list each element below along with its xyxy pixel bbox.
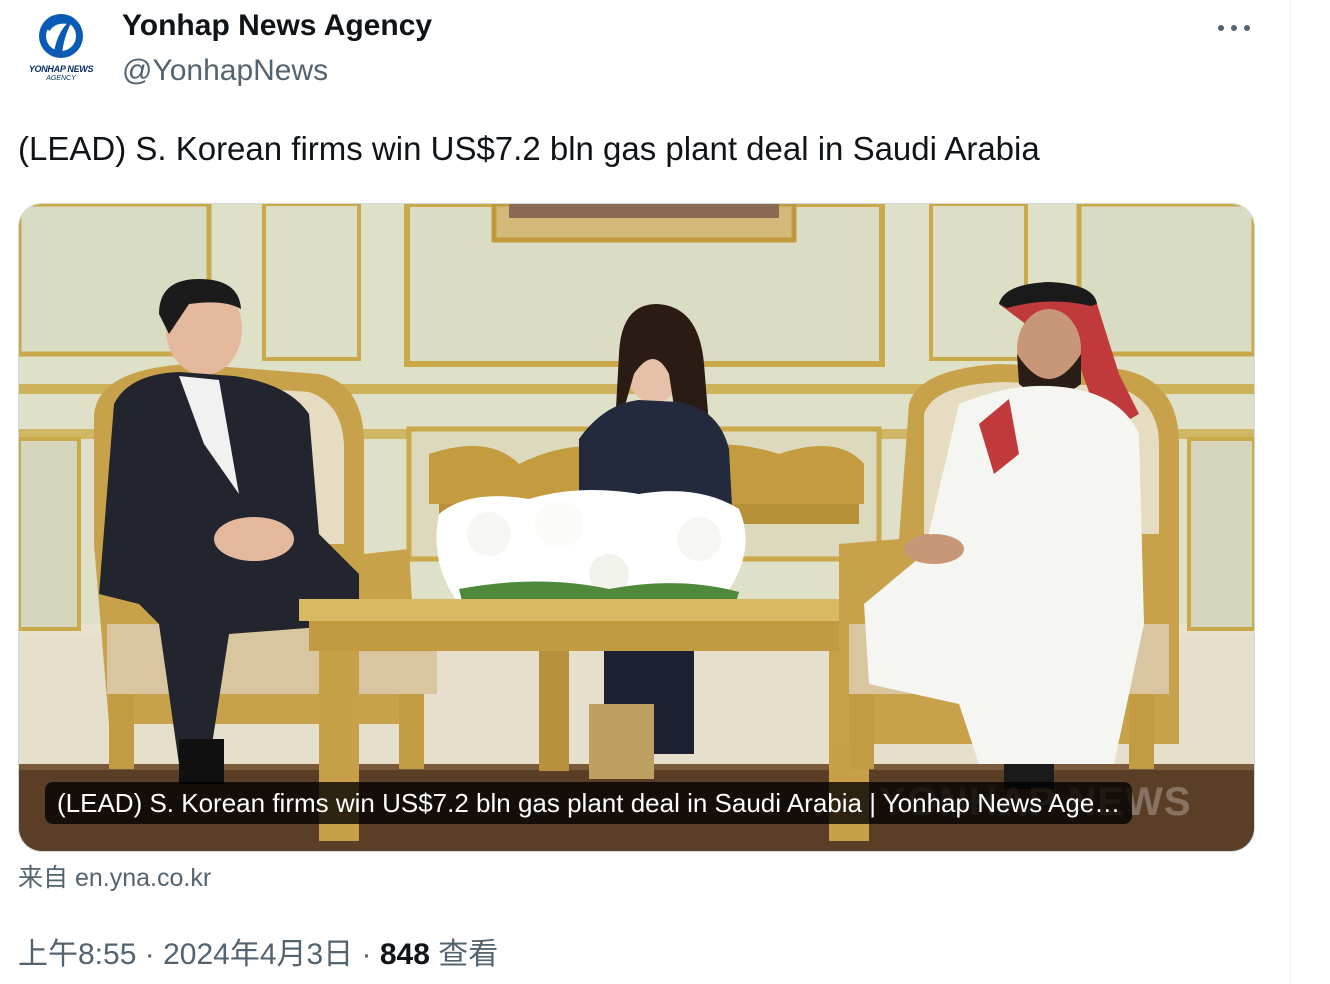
card-image bbox=[19, 204, 1254, 851]
tweet-date[interactable]: 2024年4月3日 bbox=[163, 938, 353, 971]
meta-separator: · bbox=[144, 938, 155, 971]
card-caption: (LEAD) S. Korean firms win US$7.2 bln ga… bbox=[45, 782, 1133, 824]
views-count: 848 bbox=[379, 938, 430, 971]
more-options-button[interactable] bbox=[1210, 10, 1258, 46]
author-display-name[interactable]: Yonhap News Agency bbox=[122, 8, 432, 44]
views-label: 查看 bbox=[438, 938, 499, 971]
avatar-logo-text: YONHAP NEWS bbox=[28, 64, 94, 74]
card-source[interactable]: 来自 en.yna.co.kr bbox=[18, 862, 211, 894]
tweet-time[interactable]: 上午8:55 bbox=[18, 938, 136, 971]
column-divider bbox=[1290, 0, 1291, 984]
avatar[interactable]: YONHAP NEWS AGENCY bbox=[18, 6, 104, 92]
source-domain: en.yna.co.kr bbox=[74, 864, 212, 892]
author-handle[interactable]: @YonhapNews bbox=[122, 53, 328, 89]
more-horizontal-icon bbox=[1218, 25, 1224, 31]
more-horizontal-icon-dot bbox=[1244, 25, 1250, 31]
more-horizontal-icon-dot bbox=[1231, 25, 1237, 31]
link-card[interactable]: YONHAP NEWS (LEAD) S. Korean firms win U… bbox=[18, 203, 1255, 852]
avatar-logo-subtext: AGENCY bbox=[46, 75, 76, 82]
tweet-text: (LEAD) S. Korean firms win US$7.2 bln ga… bbox=[18, 130, 1040, 167]
tweet-meta: 上午8:55 · 2024年4月3日 · 848 查看 bbox=[18, 936, 498, 974]
source-prefix: 来自 bbox=[18, 864, 69, 892]
meta-separator: · bbox=[361, 938, 372, 971]
